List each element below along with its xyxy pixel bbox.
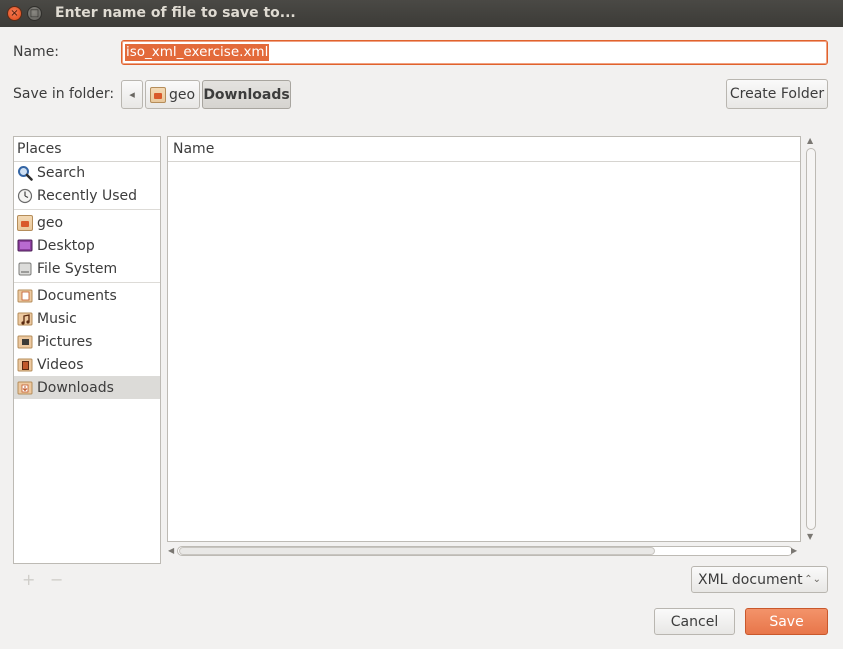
- remove-place-button[interactable]: −: [50, 570, 63, 589]
- filename-value: iso_xml_exercise.xml: [125, 44, 270, 61]
- videos-icon: [17, 357, 33, 373]
- save-button[interactable]: Save: [745, 608, 828, 635]
- place-pictures[interactable]: Pictures: [14, 330, 160, 353]
- maximize-window-button[interactable]: □: [27, 6, 42, 21]
- place-recently-used[interactable]: Recently Used: [14, 184, 160, 207]
- desktop-icon: [17, 238, 33, 254]
- home-folder-icon: [17, 214, 33, 231]
- maximize-icon: □: [29, 7, 40, 19]
- scroll-right-icon[interactable]: ▶: [791, 546, 797, 555]
- cancel-button[interactable]: Cancel: [654, 608, 735, 635]
- place-label: geo: [37, 214, 64, 231]
- save-in-folder-label: Save in folder:: [13, 86, 115, 102]
- name-label: Name:: [13, 44, 60, 60]
- place-label: Downloads: [37, 379, 114, 396]
- vertical-scrollbar[interactable]: ▲ ▼: [804, 136, 818, 542]
- places-header: Places: [14, 137, 160, 162]
- recent-icon: [17, 188, 33, 204]
- home-folder-icon: [150, 86, 166, 103]
- path-button-geo[interactable]: geo: [145, 80, 200, 109]
- spinner-icon: ⌃⌄: [804, 574, 821, 585]
- place-label: Music: [37, 310, 77, 327]
- music-icon: [17, 311, 33, 327]
- place-documents[interactable]: Documents: [14, 284, 160, 307]
- file-type-filter[interactable]: XML document ⌃⌄: [691, 566, 828, 593]
- filename-input[interactable]: iso_xml_exercise.xml: [121, 40, 828, 65]
- horizontal-scrollbar[interactable]: ◀ ▶: [167, 544, 801, 558]
- close-window-button[interactable]: ×: [7, 6, 22, 21]
- place-label: Search: [37, 164, 86, 181]
- horizontal-scroll-thumb[interactable]: [179, 547, 655, 555]
- add-place-button[interactable]: +: [22, 570, 35, 589]
- close-icon: ×: [10, 7, 19, 19]
- pictures-icon: [17, 334, 33, 350]
- search-icon: [17, 165, 33, 181]
- place-music[interactable]: Music: [14, 307, 160, 330]
- scroll-down-icon[interactable]: ▼: [807, 532, 813, 541]
- vertical-scroll-track[interactable]: [806, 148, 816, 530]
- name-column-header[interactable]: Name: [168, 137, 800, 162]
- place-geo[interactable]: geo: [14, 211, 160, 234]
- scroll-left-icon[interactable]: ◀: [168, 546, 174, 555]
- places-separator: [14, 282, 160, 283]
- drive-icon: [17, 261, 33, 277]
- place-label: Videos: [37, 356, 84, 373]
- scroll-up-icon[interactable]: ▲: [807, 136, 813, 145]
- path-label-geo: geo: [169, 86, 196, 103]
- place-videos[interactable]: Videos: [14, 353, 160, 376]
- create-folder-button[interactable]: Create Folder: [726, 79, 828, 109]
- places-separator: [14, 209, 160, 210]
- window-title: Enter name of file to save to...: [55, 5, 296, 21]
- chevron-left-icon: ◂: [129, 88, 135, 101]
- file-list[interactable]: Name: [167, 136, 801, 542]
- downloads-icon: [17, 380, 33, 396]
- place-label: Documents: [37, 287, 117, 304]
- file-type-value: XML document: [698, 571, 803, 588]
- place-search[interactable]: Search: [14, 161, 160, 184]
- place-label: File System: [37, 260, 118, 277]
- places-sidebar: Places Search Recently Used geo Desktop …: [13, 136, 161, 564]
- place-desktop[interactable]: Desktop: [14, 234, 160, 257]
- documents-icon: [17, 288, 33, 304]
- place-label: Desktop: [37, 237, 95, 254]
- place-label: Pictures: [37, 333, 93, 350]
- path-back-button[interactable]: ◂: [121, 80, 143, 109]
- place-label: Recently Used: [37, 187, 138, 204]
- path-button-downloads[interactable]: Downloads: [202, 80, 291, 109]
- place-downloads[interactable]: Downloads: [14, 376, 160, 399]
- title-bar: × □ Enter name of file to save to...: [0, 0, 843, 27]
- path-label-downloads: Downloads: [203, 86, 290, 103]
- place-file-system[interactable]: File System: [14, 257, 160, 280]
